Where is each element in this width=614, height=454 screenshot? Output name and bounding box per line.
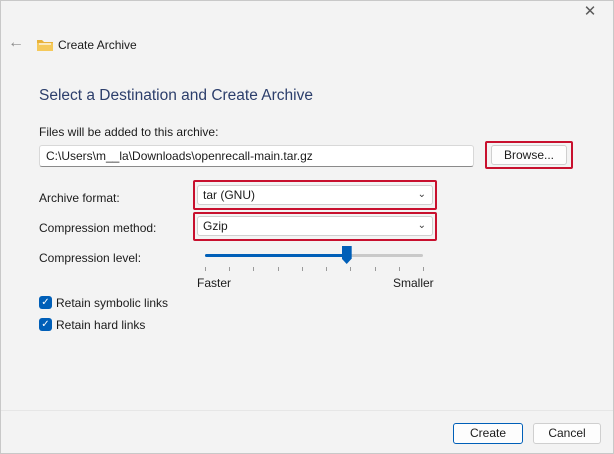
- slider-min-label: Faster: [197, 276, 232, 290]
- back-arrow-icon[interactable]: ←: [8, 35, 24, 51]
- retain-symbolic-links-label: Retain symbolic links: [56, 296, 169, 310]
- files-label: Files will be added to this archive:: [39, 125, 219, 139]
- chevron-down-icon: ⌄: [417, 189, 426, 200]
- close-icon[interactable]: ✕: [583, 4, 597, 19]
- chevron-down-icon: ⌄: [417, 220, 426, 231]
- slider-tick: [374, 267, 376, 271]
- dialog-heading: Select a Destination and Create Archive: [39, 87, 313, 104]
- slider-tick: [398, 267, 400, 271]
- slider-tick: [229, 267, 231, 271]
- compression-method-value: Gzip: [203, 219, 228, 233]
- folder-icon: [37, 40, 53, 51]
- slider-max-label: Smaller: [393, 276, 434, 290]
- retain-hard-links-label: Retain hard links: [56, 318, 146, 332]
- window-title: Create Archive: [58, 38, 137, 52]
- archive-format-value: tar (GNU): [203, 188, 255, 202]
- archive-path-input[interactable]: C:\Users\m__la\Downloads\openrecall-main…: [39, 145, 474, 167]
- slider-tick: [423, 267, 424, 271]
- compression-level-slider-fill: [205, 254, 347, 257]
- archive-format-select[interactable]: tar (GNU) ⌄: [197, 185, 433, 205]
- cancel-button[interactable]: Cancel: [533, 423, 601, 444]
- create-button[interactable]: Create: [453, 423, 523, 444]
- slider-tick: [205, 267, 206, 271]
- slider-tick: [253, 267, 255, 271]
- slider-tick: [277, 267, 279, 271]
- retain-hard-links-checkbox[interactable]: ✓: [39, 318, 52, 331]
- browse-button[interactable]: Browse...: [491, 145, 567, 165]
- compression-method-label: Compression method:: [39, 221, 157, 235]
- retain-symbolic-links-checkbox[interactable]: ✓: [39, 296, 52, 309]
- compression-level-label: Compression level:: [39, 251, 142, 265]
- slider-tick: [326, 267, 328, 271]
- compression-method-select[interactable]: Gzip ⌄: [197, 216, 433, 236]
- slider-tick: [301, 267, 303, 271]
- slider-tick: [350, 267, 352, 271]
- archive-format-label: Archive format:: [39, 191, 120, 205]
